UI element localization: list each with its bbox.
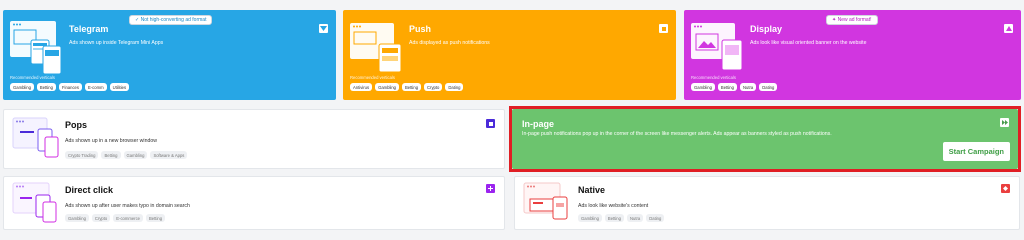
tag: Betting [717,83,737,91]
native-description: Ads look like website's content [578,203,649,209]
telegram-tags: Gambling Betting Finances E-comm Utiliti… [10,83,130,91]
inpage-card[interactable]: In-page In-page push notifications pop u… [512,109,1018,169]
tag: Crypto [91,214,111,222]
tag: Gambling [375,83,399,91]
pops-card[interactable]: Pops Ads shown up in a new browser windo… [3,109,505,169]
diamond-icon[interactable] [1001,184,1010,193]
pops-illustration [12,117,59,158]
inpage-title: In-page [522,119,555,129]
push-illustration [350,23,402,73]
tag: Gambling [123,151,148,159]
direct-click-description: Ads shown up after user makes typo in do… [65,203,190,209]
telegram-description: Ads shown up inside Telegram Mini Apps [69,40,164,46]
tag: Dating [646,214,665,222]
tag: Gambling [10,83,34,91]
tag: Betting [36,83,56,91]
tag: E-commerce [113,214,143,222]
display-recommended-label: Recommended verticals [691,75,736,80]
tag: Nutra [739,83,757,91]
display-badge: ✦ New ad format! [826,15,878,25]
square-icon[interactable] [659,24,668,33]
chevron-down-icon[interactable] [319,24,328,33]
native-tags: Gambling Betting Nutra Dating [578,214,665,222]
push-recommended-label: Recommended verticals [350,75,395,80]
tag: E-comm [84,83,107,91]
telegram-title: Telegram [69,24,109,34]
tag: Antivirus [350,83,373,91]
tag: Betting [401,83,422,91]
tag: Betting [604,214,624,222]
triangle-icon[interactable] [1004,24,1013,33]
tag: Betting [146,214,166,222]
telegram-badge: ✓ Not high-converting ad format [129,15,213,25]
plus-icon[interactable] [486,184,495,193]
badge-text: Not high-converting ad format [140,17,207,23]
direct-click-title: Direct click [65,185,114,195]
tag: Software & Apps [150,151,188,159]
push-tags: Antivirus Gambling Betting Crypto Dating [350,83,464,91]
direct-click-illustration [12,182,57,223]
pops-description: Ads shown up in a new browser window [65,138,157,144]
direct-click-card[interactable]: Direct click Ads shown up after user mak… [3,176,505,230]
telegram-recommended-label: Recommended verticals [10,75,55,80]
display-description: Ads look like visual oriented banner on … [750,40,867,46]
tag: Gambling [578,214,602,222]
tag: Betting [101,151,121,159]
start-campaign-button[interactable]: Start Campaign [942,142,1010,161]
tag: Finances [58,83,82,91]
tag: Nutra [626,214,644,222]
direct-click-tags: Gambling Crypto E-commerce Betting [65,214,166,222]
tag: Gambling [691,83,715,91]
tag: Utilities [109,83,130,91]
fast-forward-icon[interactable] [1000,118,1009,127]
tag: Gambling [65,214,89,222]
tag: Dating [759,83,778,91]
telegram-card[interactable]: ✓ Not high-converting ad format Telegram… [3,10,336,100]
badge-text: New ad format! [837,17,872,23]
push-title: Push [409,24,432,34]
pops-tags: Crypto Trading Betting Gambling Software… [65,151,188,159]
tag: Crypto [424,83,443,91]
telegram-illustration [10,21,62,75]
display-card[interactable]: ✦ New ad format! Display Ads look like v… [684,10,1021,100]
native-illustration [523,182,568,220]
inpage-description: In-page push notifications pop up in the… [522,131,832,137]
square-icon[interactable] [486,119,495,128]
tag: Crypto Trading [65,151,99,159]
display-title: Display [750,24,783,34]
pops-title: Pops [65,120,88,130]
tag: Dating [445,83,464,91]
push-description: Ads displayed as push notifications [409,40,490,46]
native-card[interactable]: Native Ads look like website's content G… [514,176,1020,230]
display-tags: Gambling Betting Nutra Dating [691,83,778,91]
display-illustration [691,23,743,71]
push-card[interactable]: Push Ads displayed as push notifications… [343,10,676,100]
native-title: Native [578,185,606,195]
